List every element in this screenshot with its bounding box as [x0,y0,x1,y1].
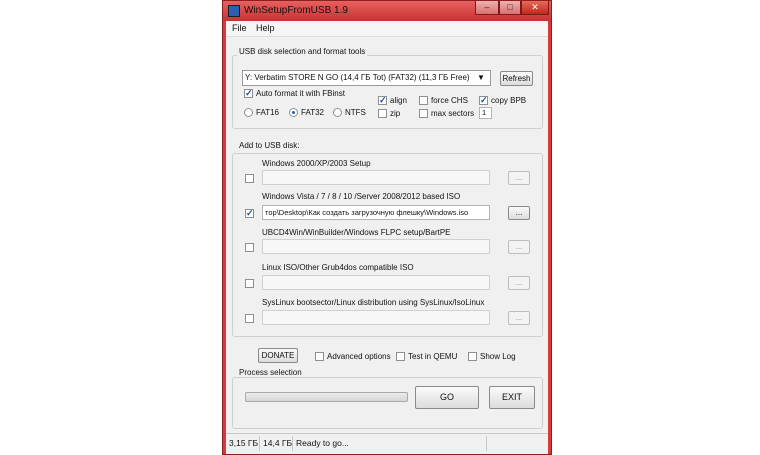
source-label-winxp: Windows 2000/XP/2003 Setup [262,159,371,168]
usb-group-label: USB disk selection and format tools [237,47,368,56]
source-checkbox-linux[interactable] [245,279,254,288]
status-message: Ready to go... [293,436,487,451]
source-path-winxp[interactable] [262,170,490,185]
source-label-linux: Linux ISO/Other Grub4dos compatible ISO [262,263,414,272]
maximize-button[interactable]: □ [499,1,521,15]
fat16-label: FAT16 [256,108,279,117]
progress-bar [245,392,408,402]
usb-disk-value: Y: Verbatim STORE N GO (14,4 ГБ Tot) (FA… [245,73,470,82]
show-log-checkbox[interactable] [468,352,477,361]
copy-bpb-checkbox[interactable]: ✓ [479,96,488,105]
show-log-label: Show Log [480,352,516,361]
test-qemu-checkbox[interactable] [396,352,405,361]
browse-button-ubcd[interactable]: ... [508,240,530,254]
browse-button-linux[interactable]: ... [508,276,530,290]
fat32-label: FAT32 [301,108,324,117]
browse-button-winxp[interactable]: ... [508,171,530,185]
app-icon [228,5,240,17]
ntfs-label: NTFS [345,108,366,117]
refresh-button[interactable]: Refresh [500,71,533,86]
source-checkbox-ubcd[interactable] [245,243,254,252]
status-total-space: 14,4 ГБ [260,436,293,451]
minimize-button[interactable]: – [475,1,499,15]
exit-button[interactable]: EXIT [489,386,535,409]
force-chs-label: force CHS [431,96,468,105]
force-chs-checkbox[interactable] [419,96,428,105]
source-label-ubcd: UBCD4Win/WinBuilder/Windows FLPC setup/B… [262,228,451,237]
source-path-linux[interactable] [262,275,490,290]
donate-button[interactable]: DONATE [258,348,298,363]
fat32-radio[interactable] [289,108,298,117]
menu-help[interactable]: Help [256,23,275,33]
align-label: align [390,96,407,105]
window-title: WinSetupFromUSB 1.9 [244,5,348,16]
menu-bar: File Help [226,21,548,37]
test-qemu-label: Test in QEMU [408,352,458,361]
browse-button-winvista[interactable]: ... [508,206,530,220]
copy-bpb-label: copy BPB [491,96,527,105]
title-bar[interactable]: WinSetupFromUSB 1.9 – □ ✕ [223,1,551,21]
source-label-syslinux: SysLinux bootsector/Linux distribution u… [262,298,485,307]
align-checkbox[interactable]: ✓ [378,96,387,105]
zip-checkbox[interactable] [378,109,387,118]
menu-file[interactable]: File [232,23,247,33]
advanced-options-label: Advanced options [327,352,391,361]
source-path-ubcd[interactable] [262,239,490,254]
status-bar: 3,15 ГБ 14,4 ГБ Ready to go... [226,433,548,454]
ntfs-radio[interactable] [333,108,342,117]
status-used-space: 3,15 ГБ [226,436,260,451]
source-checkbox-winvista[interactable]: ✓ [245,209,254,218]
app-window: WinSetupFromUSB 1.9 – □ ✕ File Help USB … [222,0,552,455]
go-button[interactable]: GO [415,386,479,409]
process-group-label: Process selection [237,368,304,377]
source-label-winvista: Windows Vista / 7 / 8 / 10 /Server 2008/… [262,192,461,201]
fat16-radio[interactable] [244,108,253,117]
autoformat-label: Auto format it with FBinst [256,89,345,98]
max-sectors-checkbox[interactable] [419,109,428,118]
autoformat-checkbox[interactable]: ✓ [244,89,253,98]
zip-label: zip [390,109,401,118]
source-checkbox-winxp[interactable] [245,174,254,183]
max-sectors-input[interactable]: 1 [479,107,492,119]
usb-disk-select[interactable]: Y: Verbatim STORE N GO (14,4 ГБ Tot) (FA… [242,70,491,86]
chevron-down-icon[interactable]: ▼ [477,73,485,82]
source-path-winvista[interactable]: тор\Desktop\Как создать загрузочную флеш… [262,205,490,220]
source-path-syslinux[interactable] [262,310,490,325]
status-extra [487,436,548,451]
advanced-options-checkbox[interactable] [315,352,324,361]
add-group-label: Add to USB disk: [237,141,302,150]
source-checkbox-syslinux[interactable] [245,314,254,323]
client-area: File Help USB disk selection and format … [226,21,548,454]
browse-button-syslinux[interactable]: ... [508,311,530,325]
max-sectors-label: max sectors [431,109,475,118]
close-button[interactable]: ✕ [521,1,549,15]
